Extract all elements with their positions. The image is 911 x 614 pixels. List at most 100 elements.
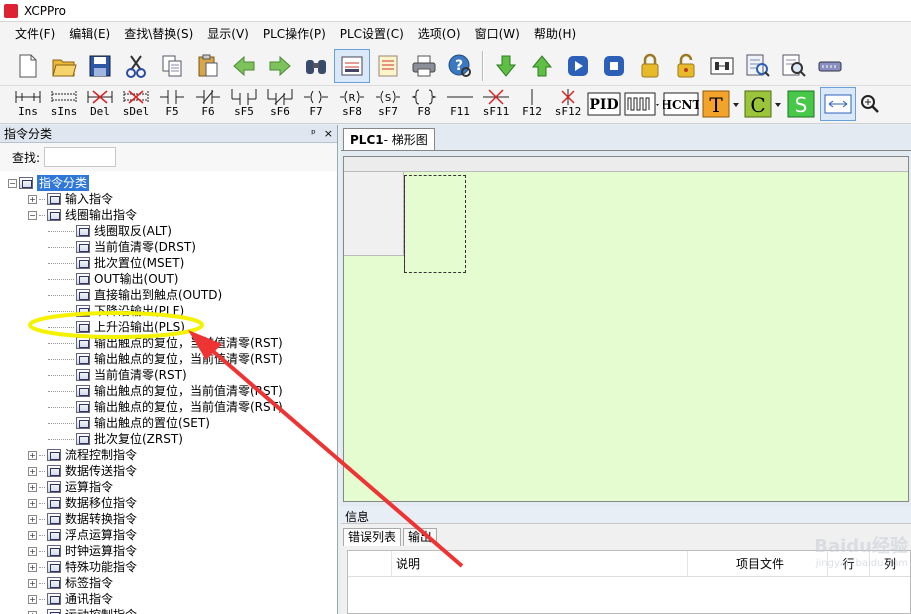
expand-icon[interactable]: + xyxy=(28,466,37,476)
col-description[interactable]: 说明 xyxy=(392,551,688,576)
tree-node[interactable]: + 通讯指令 xyxy=(0,591,337,607)
tree-node[interactable]: 当前值清零(DRST) xyxy=(0,239,337,255)
tree-node[interactable]: + 数据转换指令 xyxy=(0,511,337,527)
tab-plc1-ladder[interactable]: PLC1 - 梯形图 xyxy=(343,128,435,150)
tree-node[interactable]: 输出触点的复位，当前值清零(RST) xyxy=(0,351,337,367)
coil-button[interactable]: F7 xyxy=(298,86,334,122)
transfer-icon[interactable] xyxy=(704,49,740,83)
list-view-icon[interactable] xyxy=(370,49,406,83)
help-icon[interactable]: ? xyxy=(442,49,478,83)
tab-error-list[interactable]: 错误列表 xyxy=(343,528,402,546)
tree-node[interactable]: − 指令分类 xyxy=(0,175,337,191)
monitor-search-icon[interactable] xyxy=(740,49,776,83)
pid-button[interactable]: PID xyxy=(586,87,622,121)
tree-node[interactable]: + 特殊功能指令 xyxy=(0,559,337,575)
tree-node[interactable]: + 运算指令 xyxy=(0,479,337,495)
vertical-line-button[interactable]: F12 xyxy=(514,86,550,122)
tree-node[interactable]: + 数据移位指令 xyxy=(0,495,337,511)
stop-icon[interactable] xyxy=(596,49,632,83)
reset-coil-button[interactable]: R sF8 xyxy=(334,86,370,122)
device-icon[interactable] xyxy=(812,49,848,83)
set-coil-button[interactable]: S sF7 xyxy=(370,86,406,122)
tree-node[interactable]: 输出触点的复位，当前值清零(RST) xyxy=(0,399,337,415)
tree-node[interactable]: 下降沿输出(PLF) xyxy=(0,303,337,319)
menu-find-replace[interactable]: 查找\替换(S) xyxy=(117,23,200,45)
parallel-nc-button[interactable]: sF6 xyxy=(262,86,298,122)
expand-icon[interactable]: + xyxy=(28,514,37,524)
tree-node[interactable]: + 运动控制指令 xyxy=(0,607,337,614)
tree-node[interactable]: 当前值清零(RST) xyxy=(0,367,337,383)
paste-icon[interactable] xyxy=(190,49,226,83)
pin-icon[interactable]: ᵖ xyxy=(311,127,316,140)
zoom-button[interactable] xyxy=(856,87,884,121)
run-icon[interactable] xyxy=(560,49,596,83)
expand-icon[interactable]: + xyxy=(28,562,37,572)
document-search-icon[interactable] xyxy=(776,49,812,83)
tree-node[interactable]: + 输入指令 xyxy=(0,191,337,207)
instruction-bracket-button[interactable]: F8 xyxy=(406,86,442,122)
pulse-button[interactable] xyxy=(622,87,662,121)
insert-row-button[interactable]: Ins xyxy=(10,86,46,122)
tree-node[interactable]: OUT输出(OUT) xyxy=(0,271,337,287)
collapse-icon[interactable]: − xyxy=(8,178,17,188)
ladder-canvas[interactable] xyxy=(343,156,909,502)
collapse-icon[interactable]: − xyxy=(28,210,37,220)
menu-help[interactable]: 帮助(H) xyxy=(527,23,583,45)
tree-node[interactable]: + 标签指令 xyxy=(0,575,337,591)
search-input[interactable] xyxy=(44,147,117,167)
delete-hline-button[interactable]: sF11 xyxy=(478,86,514,122)
tree-node[interactable]: + 数据传送指令 xyxy=(0,463,337,479)
expand-icon[interactable]: + xyxy=(28,546,37,556)
tree-node[interactable]: − 线圈输出指令 xyxy=(0,207,337,223)
expand-icon[interactable]: + xyxy=(28,610,37,614)
new-file-icon[interactable] xyxy=(10,49,46,83)
shift-delete-button[interactable]: sDel xyxy=(118,86,154,122)
tree-node[interactable]: + 流程控制指令 xyxy=(0,447,337,463)
timer-button[interactable]: T xyxy=(700,87,742,121)
tree-node[interactable]: 输出触点的复位，当前值清零(RST) xyxy=(0,383,337,399)
width-toggle-button[interactable] xyxy=(820,87,856,121)
tree-node[interactable]: + 时钟运算指令 xyxy=(0,543,337,559)
menu-plc-operation[interactable]: PLC操作(P) xyxy=(256,23,333,45)
tree-node[interactable]: 直接输出到触点(OUTD) xyxy=(0,287,337,303)
print-icon[interactable] xyxy=(406,49,442,83)
expand-icon[interactable]: + xyxy=(28,450,37,460)
expand-icon[interactable]: + xyxy=(28,530,37,540)
close-icon[interactable]: × xyxy=(324,127,333,140)
menu-edit[interactable]: 编辑(E) xyxy=(62,23,117,45)
arrow-right-icon[interactable] xyxy=(262,49,298,83)
lock-icon[interactable] xyxy=(632,49,668,83)
menu-plc-settings[interactable]: PLC设置(C) xyxy=(333,23,411,45)
state-button[interactable]: S xyxy=(784,87,820,121)
tree-node[interactable]: + 浮点运算指令 xyxy=(0,527,337,543)
menu-options[interactable]: 选项(O) xyxy=(411,23,468,45)
horizontal-line-button[interactable]: F11 xyxy=(442,86,478,122)
download-icon[interactable] xyxy=(488,49,524,83)
tree-node[interactable]: 线圈取反(ALT) xyxy=(0,223,337,239)
upload-icon[interactable] xyxy=(524,49,560,83)
save-icon[interactable] xyxy=(82,49,118,83)
expand-icon[interactable]: + xyxy=(28,498,37,508)
counter-button[interactable]: C xyxy=(742,87,784,121)
expand-icon[interactable]: + xyxy=(28,194,37,204)
menu-file[interactable]: 文件(F) xyxy=(8,23,62,45)
expand-icon[interactable]: + xyxy=(28,594,37,604)
copy-icon[interactable] xyxy=(154,49,190,83)
no-contact-button[interactable]: F5 xyxy=(154,86,190,122)
delete-vline-button[interactable]: sF12 xyxy=(550,86,586,122)
expand-icon[interactable]: + xyxy=(28,578,37,588)
ladder-view-icon[interactable] xyxy=(334,48,370,83)
binoculars-icon[interactable] xyxy=(298,49,334,83)
tree-node[interactable]: 输出触点的置位(SET) xyxy=(0,415,337,431)
tree-node[interactable]: 输出触点的复位，当前值清零(RST) xyxy=(0,335,337,351)
nc-contact-button[interactable]: F6 xyxy=(190,86,226,122)
delete-row-button[interactable]: Del xyxy=(82,86,118,122)
tab-output[interactable]: 输出 xyxy=(403,528,438,546)
open-folder-icon[interactable] xyxy=(46,49,82,83)
hcnt-button[interactable]: HCNT xyxy=(662,87,700,121)
menu-window[interactable]: 窗口(W) xyxy=(468,23,527,45)
tree-node[interactable]: 批次置位(MSET) xyxy=(0,255,337,271)
tree-node[interactable]: 上升沿输出(PLS) xyxy=(0,319,337,335)
cut-icon[interactable] xyxy=(118,49,154,83)
tree-node[interactable]: 批次复位(ZRST) xyxy=(0,431,337,447)
